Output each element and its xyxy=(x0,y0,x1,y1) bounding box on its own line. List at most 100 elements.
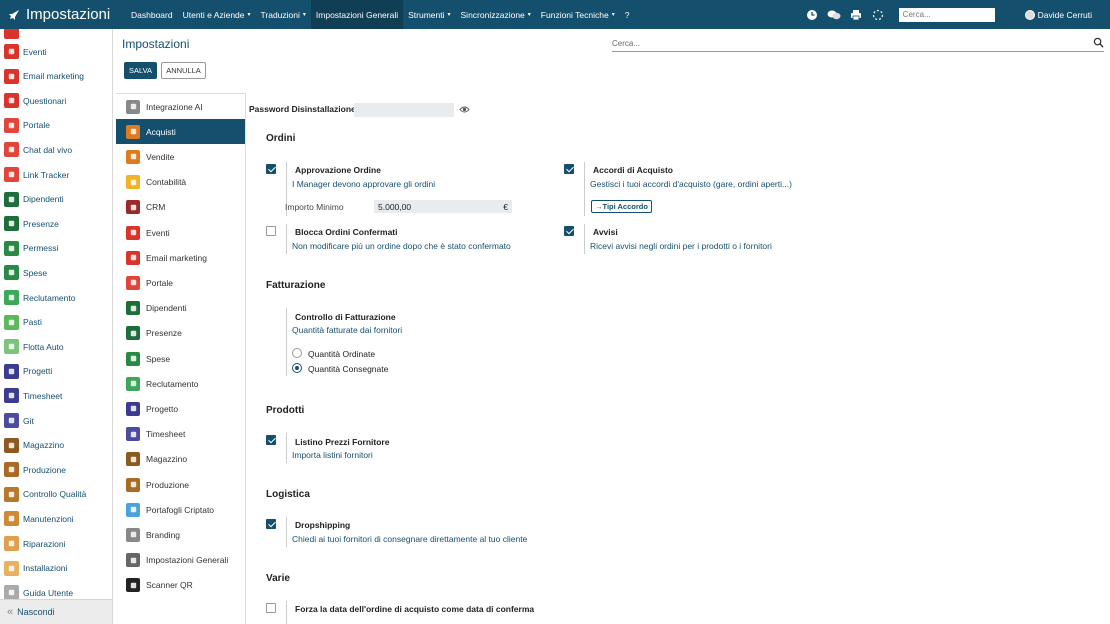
sidebar-app-dipendenti[interactable]: Dipendenti xyxy=(4,191,111,208)
caret-down-icon: ▾ xyxy=(527,12,531,18)
tipi-accordo-button[interactable]: →Tipi Accordo xyxy=(591,200,652,213)
menu-sincronizzazione[interactable]: Sincronizzazione ▾ xyxy=(456,0,536,29)
avvisi-checkbox[interactable] xyxy=(564,226,574,236)
module-icon xyxy=(126,225,140,240)
approvazione-ordine-checkbox[interactable] xyxy=(266,164,276,174)
app-icon xyxy=(4,486,19,502)
sidebar-app-progetti[interactable]: Progetti xyxy=(4,363,111,380)
hide-label: Nascondi xyxy=(17,607,55,617)
user-menu[interactable]: Davide Cerruti xyxy=(1024,9,1092,20)
sidebar-app-questionari[interactable]: Questionari xyxy=(4,92,111,109)
settings-nav-magazzino[interactable]: Magazzino xyxy=(116,447,245,472)
global-search-input[interactable] xyxy=(898,7,995,22)
settings-search-input[interactable]: Cerca... xyxy=(612,37,1104,52)
sidebar-app-email-marketing[interactable]: Email marketing xyxy=(4,68,111,85)
sidebar-app-link-tracker[interactable]: Link Tracker xyxy=(4,166,111,183)
section-varie-title: Varie xyxy=(266,573,290,584)
settings-nav-acquisti[interactable]: Acquisti xyxy=(116,119,245,145)
app-label: Progetti xyxy=(23,366,53,377)
sidebar-app-manutenzioni[interactable]: Manutenzioni xyxy=(4,510,111,527)
menu-impostazioni-generali[interactable]: Impostazioni Generali xyxy=(310,0,404,29)
settings-nav-portafogli-criptato[interactable]: Portafogli Criptato xyxy=(116,497,245,522)
settings-nav-reclutamento[interactable]: Reclutamento xyxy=(116,371,245,396)
dropshipping-checkbox[interactable] xyxy=(266,519,276,529)
sidebar-app-partial[interactable] xyxy=(4,29,111,40)
divider xyxy=(286,517,287,547)
sidebar-app-installazioni[interactable]: Installazioni xyxy=(4,560,111,577)
settings-nav-vendite[interactable]: Vendite xyxy=(116,144,245,169)
divider xyxy=(286,601,287,624)
settings-nav-presenze[interactable]: Presenze xyxy=(116,321,245,346)
settings-nav-label: Acquisti xyxy=(146,126,176,137)
module-icon xyxy=(126,149,140,164)
settings-nav-produzione[interactable]: Produzione xyxy=(116,472,245,497)
sidebar-app-produzione[interactable]: Produzione xyxy=(4,461,111,478)
sidebar-app-magazzino[interactable]: Magazzino xyxy=(4,437,111,454)
sidebar-app-pasti[interactable]: Pasti xyxy=(4,314,111,331)
accordi-acquisto-checkbox[interactable] xyxy=(564,164,574,174)
hide-sidebar-button[interactable]: «Nascondi xyxy=(0,599,112,624)
app-icon xyxy=(4,511,19,527)
clock-icon[interactable] xyxy=(804,7,820,23)
sidebar-app-flotta-auto[interactable]: Flotta Auto xyxy=(4,338,111,355)
sidebar-app-eventi[interactable]: Eventi xyxy=(4,43,111,60)
password-label: Password Disinstallazione xyxy=(249,104,356,114)
sidebar-app-portale[interactable]: Portale xyxy=(4,117,111,134)
search-icon[interactable] xyxy=(1093,37,1104,48)
module-icon xyxy=(126,477,140,492)
sidebar-app-riparazioni[interactable]: Riparazioni xyxy=(4,535,111,552)
settings-nav-progetto[interactable]: Progetto xyxy=(116,396,245,421)
avatar xyxy=(1024,9,1035,20)
top-navbar: Impostazioni Dashboard Utenti e Aziende ▾… xyxy=(0,0,1110,29)
menu-help[interactable]: ? xyxy=(620,0,635,29)
forza-data-checkbox[interactable] xyxy=(266,603,276,613)
menu-label: ? xyxy=(624,9,630,20)
settings-nav-email-marketing[interactable]: Email marketing xyxy=(116,245,245,270)
blocca-ordini-checkbox[interactable] xyxy=(266,226,276,236)
user-name: Davide Cerruti xyxy=(1037,9,1092,20)
settings-nav-spese[interactable]: Spese xyxy=(116,346,245,371)
listino-prezzi-title: Listino Prezzi Fornitore xyxy=(295,437,390,447)
sidebar-app-reclutamento[interactable]: Reclutamento xyxy=(4,289,111,306)
app-brand[interactable]: Impostazioni xyxy=(0,0,122,29)
settings-nav-timesheet[interactable]: Timesheet xyxy=(116,422,245,447)
password-input[interactable] xyxy=(354,103,454,117)
eye-icon[interactable] xyxy=(459,104,470,115)
menu-utenti-aziende[interactable]: Utenti e Aziende ▾ xyxy=(178,0,256,29)
blocca-ordini-desc: Non modificare più un ordine dopo che è … xyxy=(292,241,511,251)
menu-dashboard[interactable]: Dashboard xyxy=(126,0,178,29)
menu-traduzioni[interactable]: Traduzioni ▾ xyxy=(256,0,311,29)
settings-nav-contabilit-[interactable]: Contabilità xyxy=(116,170,245,195)
sidebar-app-controllo-qualit-[interactable]: Controllo Qualità xyxy=(4,486,111,503)
cancel-button[interactable]: ANNULLA xyxy=(161,62,206,79)
importo-minimo-input[interactable]: 5.000,00 € xyxy=(374,200,512,213)
page-title: Impostazioni xyxy=(122,37,190,51)
settings-nav-impostazioni-generali[interactable]: Impostazioni Generali xyxy=(116,548,245,573)
sidebar-app-chat-dal-vivo[interactable]: Chat dal vivo xyxy=(4,141,111,158)
settings-nav-branding[interactable]: Branding xyxy=(116,522,245,547)
sidebar-app-presenze[interactable]: Presenze xyxy=(4,215,111,232)
module-icon xyxy=(126,275,140,290)
settings-nav-eventi[interactable]: Eventi xyxy=(116,220,245,245)
sidebar-app-spese[interactable]: Spese xyxy=(4,264,111,281)
radio-quantita-consegnate[interactable] xyxy=(292,363,302,373)
app-label: Chat dal vivo xyxy=(23,144,73,155)
menu-funzioni-tecniche[interactable]: Funzioni Tecniche ▾ xyxy=(536,0,620,29)
chat-icon[interactable] xyxy=(826,7,842,23)
sidebar-app-permessi[interactable]: Permessi xyxy=(4,240,111,257)
print-icon[interactable] xyxy=(848,7,864,23)
menu-strumenti[interactable]: Strumenti ▾ xyxy=(403,0,455,29)
app-label: Flotta Auto xyxy=(23,341,64,352)
settings-nav-scanner-qr[interactable]: Scanner QR xyxy=(116,573,245,598)
listino-prezzi-checkbox[interactable] xyxy=(266,435,276,445)
settings-nav-integrazione-ai[interactable]: Integrazione AI xyxy=(116,94,245,119)
settings-nav-crm[interactable]: CRM xyxy=(116,195,245,220)
module-icon xyxy=(126,452,140,467)
sidebar-app-git[interactable]: Git xyxy=(4,412,111,429)
settings-nav-dipendenti[interactable]: Dipendenti xyxy=(116,296,245,321)
settings-nav-portale[interactable]: Portale xyxy=(116,270,245,295)
radio-quantita-ordinate[interactable] xyxy=(292,348,302,358)
app-icon xyxy=(4,240,19,256)
save-button[interactable]: SALVA xyxy=(124,62,157,79)
sidebar-app-timesheet[interactable]: Timesheet xyxy=(4,387,111,404)
